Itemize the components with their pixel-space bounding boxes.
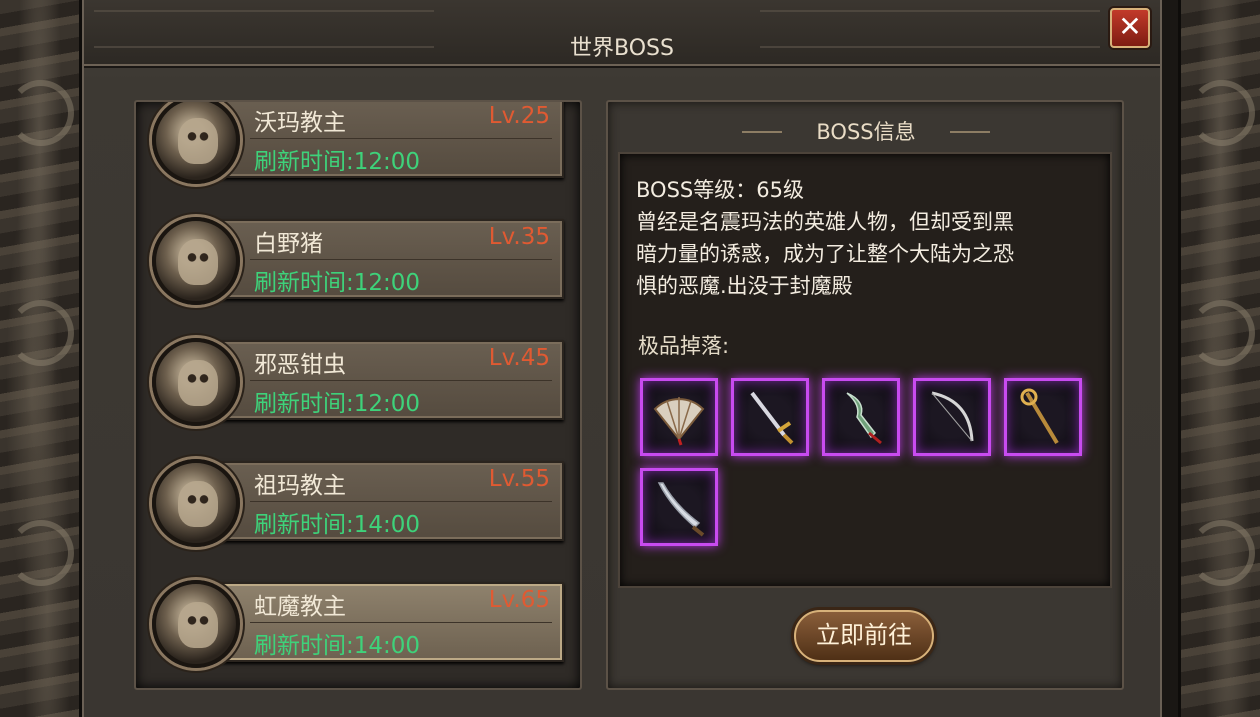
boss-level: Lv.25	[488, 103, 550, 129]
boss-refresh-time: 刷新时间:12:00	[254, 149, 421, 175]
boss-card: 沃玛教主 Lv.25 刷新时间:12:00	[196, 102, 564, 178]
boss-item-evil-centipede[interactable]: 邪恶钳虫 Lv.45 刷新时间:12:00	[136, 338, 576, 460]
description-line: 暗力量的诱惑，成为了让整个大陆为之恐	[636, 242, 1014, 266]
description-line: 曾经是名震玛法的英雄人物，但却受到黑	[636, 210, 1014, 234]
boss-portrait-avatar	[152, 459, 240, 547]
divider	[250, 138, 552, 139]
swirl-ornament	[1189, 80, 1255, 146]
boss-portrait-avatar	[152, 217, 240, 305]
boss-card: 祖玛教主 Lv.55 刷新时间:14:00	[196, 461, 564, 541]
drop-item-slot[interactable]	[822, 378, 900, 456]
boss-refresh-time: 刷新时间:14:00	[254, 633, 421, 659]
drop-item-slot[interactable]	[640, 468, 718, 546]
boss-list[interactable]: 沃玛教主 Lv.25 刷新时间:12:00 白野猪 Lv.35 刷新时间:12:…	[134, 100, 582, 690]
go-now-button[interactable]: 立即前往	[794, 610, 934, 662]
boss-level-text: BOSS等级：65级	[636, 178, 804, 202]
title-bar: 世界BOSS	[84, 0, 1160, 66]
fan-icon	[653, 397, 705, 446]
swirl-ornament	[1189, 520, 1255, 586]
boss-card: 邪恶钳虫 Lv.45 刷新时间:12:00	[196, 340, 564, 420]
blade-icon	[846, 392, 882, 445]
boss-name: 邪恶钳虫	[254, 352, 346, 378]
boss-name: 虹魔教主	[254, 594, 346, 620]
right-ornate-pillar	[1178, 0, 1260, 717]
drop-item-slot[interactable]	[913, 378, 991, 456]
close-icon: ✕	[1118, 10, 1142, 43]
divider	[250, 501, 552, 502]
left-ornate-pillar	[0, 0, 82, 717]
drops-title: 极品掉落:	[638, 334, 730, 358]
boss-portrait-avatar	[152, 580, 240, 668]
info-header: BOSS信息	[728, 116, 1004, 146]
close-button[interactable]: ✕	[1110, 8, 1150, 48]
boss-refresh-time: 刷新时间:12:00	[254, 391, 421, 417]
boss-portrait-avatar	[152, 338, 240, 426]
boss-level: Lv.55	[488, 466, 550, 492]
boss-card-selected: 虹魔教主 Lv.65 刷新时间:14:00	[196, 582, 564, 662]
description-line: 惧的恶魔.出没于封魔殿	[636, 274, 853, 298]
drop-item-slot[interactable]	[731, 378, 809, 456]
boss-refresh-time: 刷新时间:14:00	[254, 512, 421, 538]
boss-item-rainbow-demon[interactable]: 虹魔教主 Lv.65 刷新时间:14:00	[136, 580, 576, 688]
swirl-ornament	[1189, 300, 1255, 366]
bow-icon	[931, 391, 974, 442]
divider	[250, 622, 552, 623]
staff-icon	[1020, 388, 1059, 445]
boss-name: 白野猪	[254, 231, 323, 257]
swirl-ornament	[8, 520, 74, 586]
swirl-ornament	[8, 300, 74, 366]
info-body: BOSS等级：65级 曾经是名震玛法的英雄人物，但却受到黑 暗力量的诱惑，成为了…	[618, 152, 1112, 588]
world-boss-window: 世界BOSS ✕ 沃玛教主 Lv.25 刷新时间:12:00 白野猪 Lv.35…	[82, 0, 1162, 717]
divider	[250, 259, 552, 260]
drop-item-slot[interactable]	[1004, 378, 1082, 456]
boss-item-zuma[interactable]: 祖玛教主 Lv.55 刷新时间:14:00	[136, 459, 576, 581]
boss-refresh-time: 刷新时间:12:00	[254, 270, 421, 296]
saber-icon	[657, 482, 705, 537]
drop-item-slot[interactable]	[640, 378, 718, 456]
boss-level: Lv.45	[488, 345, 550, 371]
sword-icon	[750, 391, 794, 445]
boss-item-white-boar[interactable]: 白野猪 Lv.35 刷新时间:12:00	[136, 217, 576, 339]
boss-info-panel: BOSS信息 BOSS等级：65级 曾经是名震玛法的英雄人物，但却受到黑 暗力量…	[606, 100, 1124, 690]
boss-item-woma[interactable]: 沃玛教主 Lv.25 刷新时间:12:00	[136, 102, 576, 218]
divider	[250, 380, 552, 381]
boss-portrait-avatar	[152, 102, 240, 184]
boss-name: 祖玛教主	[254, 473, 346, 499]
boss-level: Lv.35	[488, 224, 550, 250]
window-title: 世界BOSS	[570, 36, 674, 61]
boss-name: 沃玛教主	[254, 110, 346, 136]
swirl-ornament	[8, 80, 74, 146]
boss-card: 白野猪 Lv.35 刷新时间:12:00	[196, 219, 564, 299]
boss-level: Lv.65	[488, 587, 550, 613]
